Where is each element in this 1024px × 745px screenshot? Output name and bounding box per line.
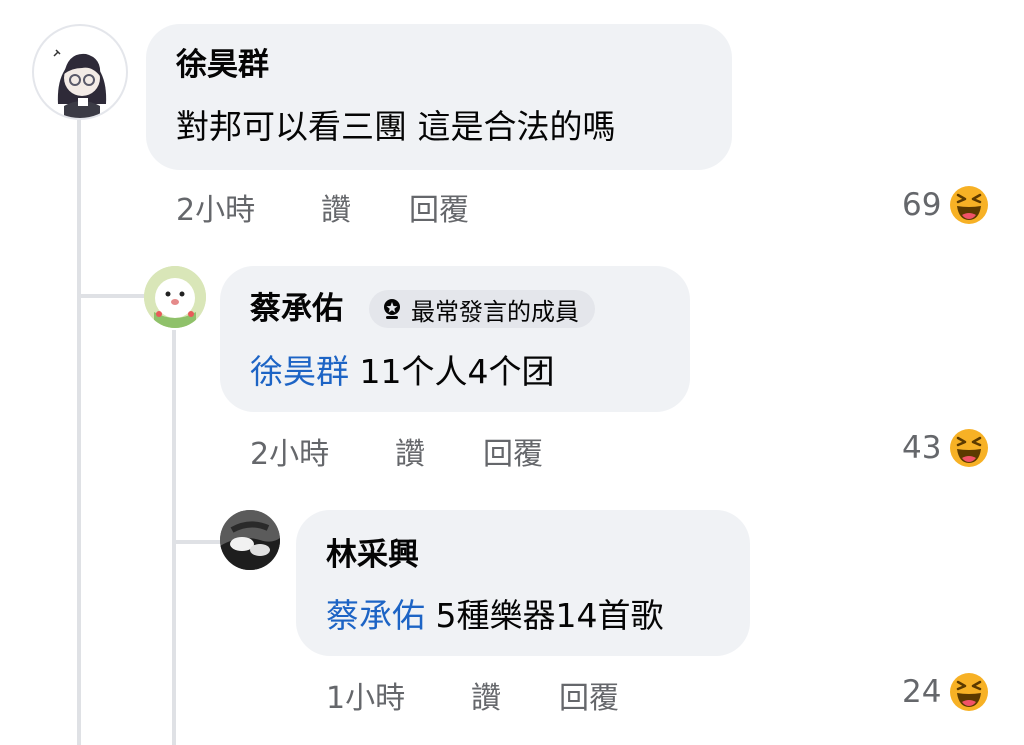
like-button[interactable]: 讚 [395,440,425,470]
reply-button[interactable]: 回覆 [409,196,469,226]
comment-bubble: 林采興 蔡承佑 5種樂器14首歌 [296,510,750,656]
thread-connector-reply-2 [172,540,222,544]
comment-body: 5種樂器14首歌 [435,596,664,635]
reaction-summary[interactable]: 43 [902,428,989,468]
mention-link[interactable]: 蔡承佑 [326,596,425,635]
like-button[interactable]: 讚 [321,196,351,226]
top-contributor-badge[interactable]: 最常發言的成員 [369,290,595,328]
comment-actions: 2小時 讚 回覆 [176,196,536,230]
haha-emoji-icon [950,673,989,711]
thread-line-main [77,120,81,745]
comment-actions: 1小時 讚 回覆 [326,684,666,718]
haha-emoji-icon [950,429,989,467]
avatar[interactable] [220,510,280,570]
comment-bubble: 蔡承佑 最常發言的成員 徐昊群 11个人4个团 [220,266,690,412]
comment-bubble: 徐昊群 對邦可以看三團 這是合法的嗎 [146,24,732,170]
thread-line-reply-1 [172,330,176,745]
badge-label: 最常發言的成員 [411,297,579,326]
comment-text: 對邦可以看三團 這是合法的嗎 [176,107,616,146]
comment-timestamp[interactable]: 2小時 [176,196,255,226]
reaction-count: 43 [902,429,942,466]
avatar[interactable] [144,266,206,328]
avatar[interactable] [32,24,128,120]
comment-timestamp[interactable]: 2小時 [250,440,329,470]
reply-button[interactable]: 回覆 [483,440,543,470]
reply-button[interactable]: 回覆 [559,684,619,714]
reaction-summary[interactable]: 69 [902,185,989,225]
comment-timestamp[interactable]: 1小時 [326,684,405,714]
comment-author[interactable]: 林采興 [326,540,419,571]
comment-text: 徐昊群 11个人4个团 [250,355,555,388]
comment-author[interactable]: 徐昊群 [176,50,269,81]
haha-emoji-icon [950,186,989,224]
mention-link[interactable]: 徐昊群 [250,352,349,391]
thread-connector-reply-1 [77,294,147,298]
comment-actions: 2小時 讚 回覆 [250,440,590,474]
comment-author[interactable]: 蔡承佑 [250,294,343,325]
top-contributor-icon [384,299,400,319]
comment-body: 11个人4个团 [359,352,555,391]
like-button[interactable]: 讚 [471,684,501,714]
comment-text: 蔡承佑 5種樂器14首歌 [326,599,664,632]
reaction-count: 69 [902,186,942,223]
reaction-summary[interactable]: 24 [902,672,989,712]
reaction-count: 24 [902,673,942,710]
